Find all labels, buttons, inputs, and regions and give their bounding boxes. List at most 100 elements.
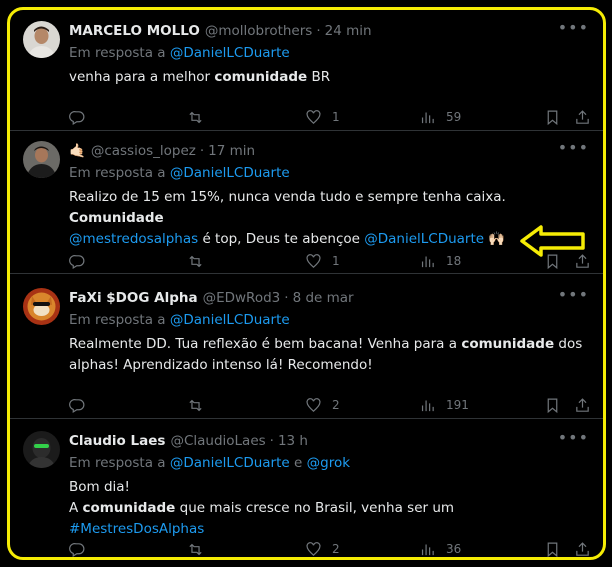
reply-tweet[interactable]: FaXi $DOG Alpha @EDwRod3 · 8 de mar ••• …: [10, 274, 603, 419]
reply-button[interactable]: [69, 107, 86, 127]
tweet-text: Realizo de 15 em 15%, nunca venda tudo e…: [69, 187, 589, 250]
heart-icon: [306, 109, 321, 124]
author-name[interactable]: FaXi $DOG Alpha: [69, 288, 198, 308]
like-count: 1: [332, 254, 340, 268]
author-handle[interactable]: @mollobrothers: [205, 21, 313, 41]
reply-prefix: Em resposta a: [69, 165, 166, 181]
share-button[interactable]: [574, 107, 591, 127]
more-options-icon[interactable]: •••: [558, 20, 589, 36]
mention-link[interactable]: @DanielLCDuarte: [364, 231, 484, 247]
reply-icon: [69, 254, 85, 269]
mention-link[interactable]: @mestredosalphas: [69, 231, 198, 247]
avatar[interactable]: [23, 141, 60, 178]
reply-prefix: Em resposta a: [69, 455, 166, 471]
views-button[interactable]: 191: [419, 395, 469, 415]
timestamp[interactable]: 17 min: [208, 141, 255, 161]
views-button[interactable]: 36: [419, 539, 462, 557]
analytics-icon: [421, 112, 434, 123]
retweet-button[interactable]: [187, 251, 204, 271]
reply-tweet[interactable]: 🤙🏻 @cassios_lopez · 17 min ••• Em respos…: [10, 131, 603, 274]
text-highlight: Comunidade: [69, 210, 164, 226]
bookmark-button[interactable]: [544, 107, 561, 127]
reply-mention-link[interactable]: @DanielLCDuarte: [170, 45, 290, 61]
more-options-icon[interactable]: •••: [558, 140, 589, 156]
like-button[interactable]: 2: [305, 395, 340, 415]
share-icon: [576, 397, 589, 412]
reply-icon: [69, 398, 85, 413]
like-count: 2: [332, 542, 340, 556]
reply-context: Em resposta a @DanielLCDuarte e @grok: [69, 454, 589, 472]
tweet-text: Realmente DD. Tua reflexão é bem bacana!…: [69, 334, 589, 376]
avatar[interactable]: [23, 21, 60, 58]
share-button[interactable]: [574, 395, 591, 415]
reply-conjunction: e: [294, 455, 303, 471]
bookmark-button[interactable]: [544, 539, 561, 557]
avatar-image: [23, 21, 60, 58]
text-segment: é top, Deus te abençoe: [198, 231, 365, 247]
views-button[interactable]: 59: [419, 107, 461, 127]
text-highlight: comunidade: [214, 69, 308, 85]
analytics-icon: [421, 400, 434, 411]
bookmark-icon: [547, 542, 558, 557]
bookmark-icon: [547, 110, 558, 125]
author-name[interactable]: Claudio Laes: [69, 431, 165, 451]
view-count: 18: [446, 254, 462, 268]
reply-tweet[interactable]: MARCELO MOLLO @mollobrothers · 24 min ••…: [10, 10, 603, 131]
timestamp[interactable]: 13 h: [278, 431, 308, 451]
author-handle[interactable]: @ClaudioLaes: [170, 431, 265, 451]
author-handle[interactable]: @EDwRod3: [203, 288, 281, 308]
retweet-button[interactable]: [187, 539, 204, 557]
avatar-image: [23, 288, 60, 325]
views-button[interactable]: 18: [419, 251, 461, 271]
retweet-button[interactable]: [187, 395, 204, 415]
bookmark-button[interactable]: [544, 395, 561, 415]
reply-mention-link[interactable]: @grok: [307, 455, 350, 471]
text-segment: Realmente DD. Tua reflexão é bem bacana!…: [69, 336, 462, 352]
text-segment: venha para a melhor: [69, 69, 215, 85]
more-options-icon[interactable]: •••: [558, 287, 589, 303]
author-handle[interactable]: @cassios_lopez: [91, 141, 196, 161]
like-button[interactable]: 1: [305, 251, 340, 271]
heart-icon: [306, 541, 321, 556]
text-highlight: comunidade: [461, 336, 555, 352]
avatar-image: [23, 431, 60, 468]
retweet-button[interactable]: [187, 107, 204, 127]
view-count: 36: [446, 542, 462, 556]
retweet-icon: [189, 399, 202, 411]
reply-mention-link[interactable]: @DanielLCDuarte: [170, 165, 290, 181]
share-button[interactable]: [574, 539, 591, 557]
text-segment: Bom dia!: [69, 479, 130, 495]
text-emoji: 🙌🏻: [484, 231, 506, 247]
like-button[interactable]: 2: [305, 539, 340, 557]
reply-icon: [69, 110, 85, 125]
view-count: 59: [446, 110, 462, 124]
reply-mention-link[interactable]: @DanielLCDuarte: [170, 455, 290, 471]
timestamp[interactable]: 24 min: [325, 21, 372, 41]
author-name[interactable]: MARCELO MOLLO: [69, 21, 200, 41]
avatar[interactable]: [23, 431, 60, 468]
share-icon: [576, 541, 589, 556]
avatar[interactable]: [23, 288, 60, 325]
separator-dot: ·: [199, 143, 205, 159]
hashtag-link[interactable]: #MestresDosAlphas: [69, 521, 204, 537]
analytics-icon: [421, 256, 434, 267]
like-count: 1: [332, 110, 340, 124]
separator-dot: ·: [284, 290, 289, 306]
view-count: 191: [446, 398, 469, 412]
action-bar: 1 59: [69, 107, 591, 127]
text-segment: BR: [307, 69, 331, 85]
author-emoji-name[interactable]: 🤙🏻: [69, 141, 86, 161]
more-options-icon[interactable]: •••: [558, 430, 589, 446]
reply-mention-link[interactable]: @DanielLCDuarte: [170, 312, 290, 328]
action-bar: 1 18: [69, 251, 591, 271]
reply-button[interactable]: [69, 539, 86, 557]
avatar-image: [23, 141, 60, 178]
timestamp[interactable]: 8 de mar: [293, 288, 354, 308]
like-button[interactable]: 1: [305, 107, 340, 127]
reply-button[interactable]: [69, 395, 86, 415]
action-bar: 2 36: [69, 539, 591, 557]
reply-tweet[interactable]: Claudio Laes @ClaudioLaes · 13 h ••• Em …: [10, 419, 603, 557]
reply-button[interactable]: [69, 251, 86, 271]
reply-context: Em resposta a @DanielLCDuarte: [69, 44, 589, 62]
reply-context: Em resposta a @DanielLCDuarte: [69, 164, 589, 182]
